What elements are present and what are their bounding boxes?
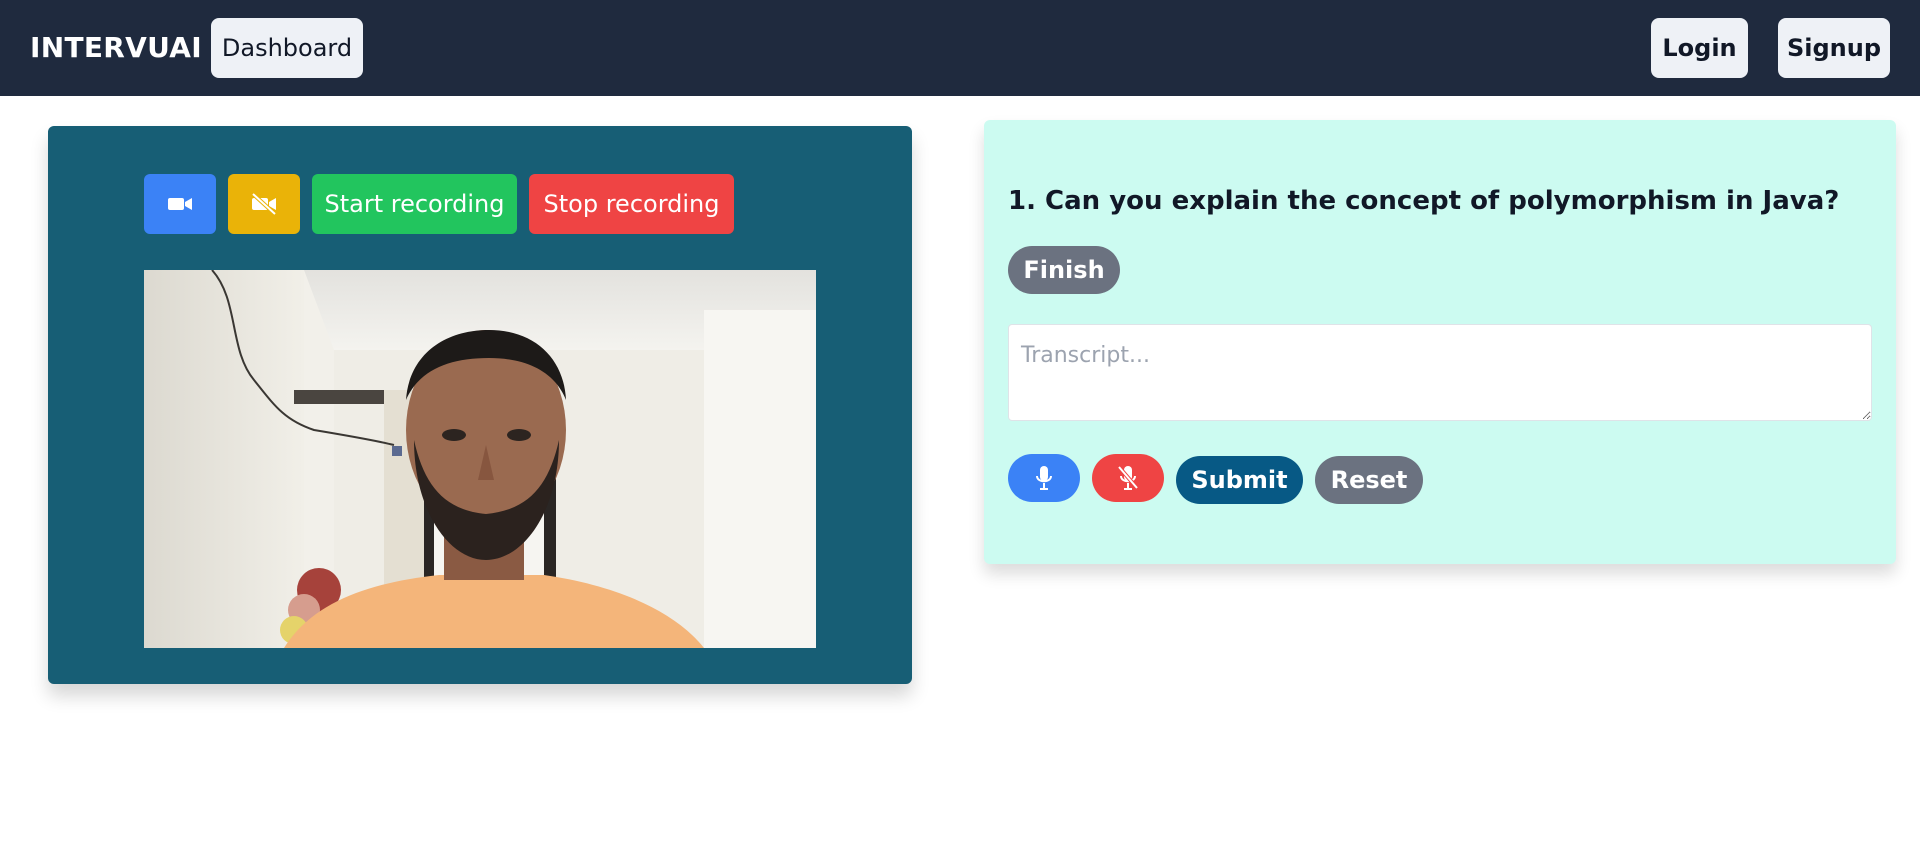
question-heading: 1. Can you explain the concept of polymo… bbox=[1008, 186, 1840, 216]
webcam-video-feed bbox=[144, 270, 816, 648]
start-microphone-button[interactable] bbox=[1008, 454, 1080, 502]
transcript-textarea[interactable] bbox=[1008, 324, 1872, 421]
stop-recording-button[interactable]: Stop recording bbox=[529, 174, 734, 234]
brand-logo-text[interactable]: INTERVUAI bbox=[30, 31, 202, 64]
video-camera-off-icon bbox=[251, 192, 277, 216]
finish-button[interactable]: Finish bbox=[1008, 246, 1120, 294]
start-recording-button[interactable]: Start recording bbox=[312, 174, 517, 234]
microphone-off-icon bbox=[1117, 465, 1139, 490]
login-button[interactable]: Login bbox=[1651, 18, 1748, 78]
camera-off-button[interactable] bbox=[228, 174, 300, 234]
top-navbar: INTERVUAI Dashboard Login Signup bbox=[0, 0, 1920, 96]
signup-button[interactable]: Signup bbox=[1778, 18, 1890, 78]
interview-question-panel: 1. Can you explain the concept of polymo… bbox=[984, 120, 1896, 564]
video-recording-panel: Start recording Stop recording bbox=[48, 126, 912, 684]
reset-button[interactable]: Reset bbox=[1315, 456, 1423, 504]
video-camera-icon bbox=[168, 198, 192, 210]
submit-button[interactable]: Submit bbox=[1176, 456, 1303, 504]
camera-on-button[interactable] bbox=[144, 174, 216, 234]
microphone-icon bbox=[1036, 466, 1052, 490]
stop-microphone-button[interactable] bbox=[1092, 454, 1164, 502]
dashboard-button[interactable]: Dashboard bbox=[211, 18, 363, 78]
webcam-image bbox=[144, 270, 816, 648]
